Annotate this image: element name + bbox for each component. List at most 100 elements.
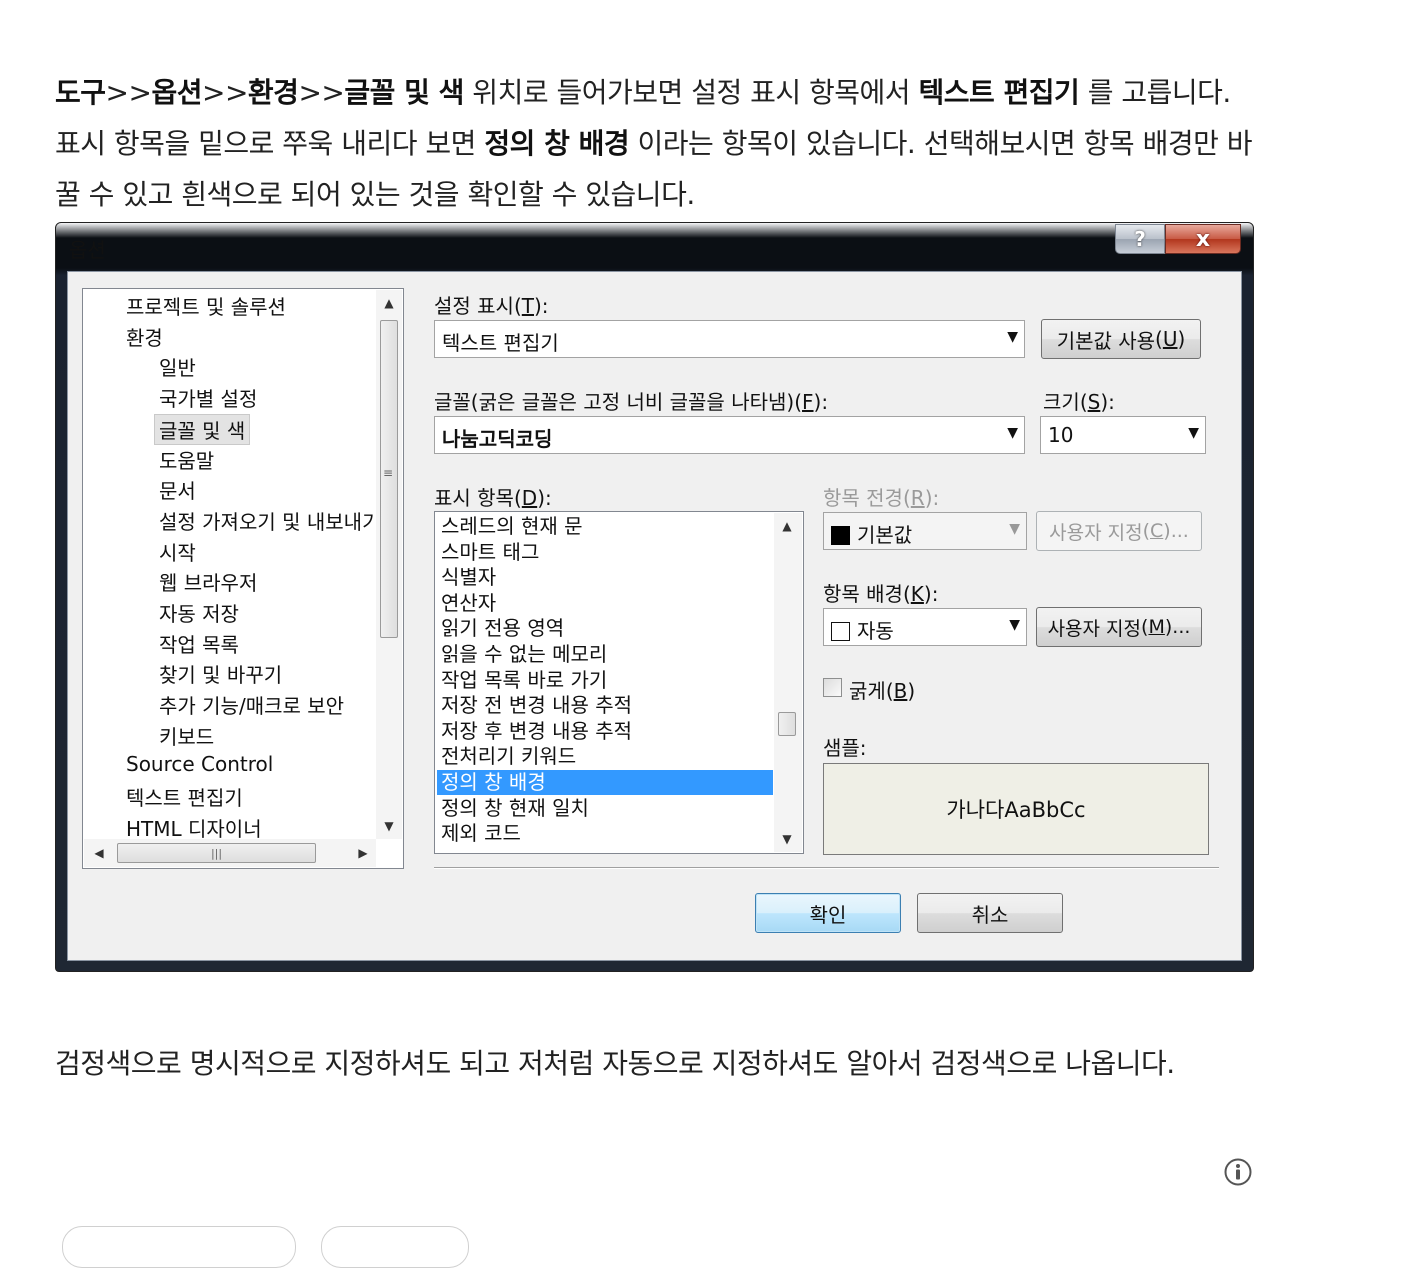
info-icon[interactable] <box>1224 1158 1252 1186</box>
tree-item[interactable]: 도움말 <box>159 445 214 474</box>
tree-item[interactable]: 찾기 및 바꾸기 <box>159 659 282 688</box>
tree-item[interactable]: 추가 기능/매크로 보안 <box>159 690 344 719</box>
list-item[interactable]: 저장 전 변경 내용 추적 <box>441 693 632 718</box>
dropdown-arrow-icon: ▼ <box>1009 521 1020 537</box>
menu-path-segment: >> <box>105 76 152 109</box>
background-label: 항목 배경(K): <box>823 582 939 606</box>
tag-chip[interactable] <box>321 1226 469 1268</box>
sample-text: 가나다AaBbCc <box>946 798 1086 822</box>
tree-item[interactable]: 문서 <box>159 475 196 504</box>
font-combo[interactable]: 나눔고딕코딩 ▼ <box>434 416 1025 454</box>
tag-chip[interactable] <box>62 1226 296 1268</box>
dropdown-arrow-icon: ▼ <box>1009 617 1020 633</box>
foreground-custom-button[interactable]: 사용자 지정(C)... <box>1036 511 1202 551</box>
tree-item[interactable]: 자동 저장 <box>159 598 239 627</box>
ok-button[interactable]: 확인 <box>755 893 901 933</box>
help-button[interactable]: ? <box>1115 224 1165 254</box>
show-settings-label: 설정 표시(T): <box>434 294 549 318</box>
use-defaults-button[interactable]: 기본값 사용(U) <box>1041 319 1201 359</box>
background-color-swatch <box>831 622 850 641</box>
list-item[interactable]: 전처리기 키워드 <box>441 744 576 769</box>
dialog-title: 옵션 <box>69 238 106 262</box>
list-item[interactable]: 정의 창 배경 <box>437 770 773 795</box>
menu-path: 도구>>옵션>>환경>>글꼴 및 색 <box>55 76 464 109</box>
list-item[interactable]: 스레드의 현재 문 <box>441 514 583 539</box>
close-icon: x <box>1195 226 1211 252</box>
tree-vertical-scrollbar[interactable]: ▲ ≡ ▼ <box>376 290 402 839</box>
menu-path-segment: 환경 <box>247 76 299 109</box>
list-scroll-thumb[interactable] <box>778 712 796 736</box>
sample-label: 샘플: <box>823 736 867 760</box>
bold-label: 굵게(B) <box>849 679 916 703</box>
menu-path-segment: >> <box>201 76 248 109</box>
menu-path-segment: 글꼴 및 색 <box>344 76 464 109</box>
font-label: 글꼴(굵은 글꼴은 고정 너비 글꼴을 나타냄)(F): <box>434 390 829 414</box>
sample-preview: 가나다AaBbCc <box>823 763 1209 855</box>
scroll-up-icon[interactable]: ▲ <box>376 290 402 316</box>
question-icon: ? <box>1134 227 1146 251</box>
scroll-up-icon[interactable]: ▲ <box>774 513 800 539</box>
scroll-right-icon[interactable]: ▶ <box>350 840 376 866</box>
grip-icon: ≡ <box>383 466 394 480</box>
tree-item[interactable]: 프로젝트 및 솔루션 <box>126 291 286 320</box>
foreground-combo[interactable]: 기본값 ▼ <box>823 512 1027 550</box>
menu-path-segment: 도구 <box>55 76 106 109</box>
dropdown-arrow-icon: ▼ <box>1007 329 1018 345</box>
list-item[interactable]: 제외 코드 <box>441 821 521 846</box>
list-item[interactable]: 스마트 태그 <box>441 540 539 565</box>
scroll-down-icon[interactable]: ▼ <box>774 826 800 852</box>
display-items-label: 표시 항목(D): <box>434 486 552 510</box>
options-dialog: 옵션 ? x 프로젝트 및 솔루션 환경 일반 국가별 설정 글꼴 및 색 도움말 문서 설정… <box>55 222 1254 972</box>
size-value: 10 <box>1048 423 1074 447</box>
foreground-value: 기본값 <box>857 523 913 547</box>
dropdown-arrow-icon: ▼ <box>1188 425 1199 441</box>
intro-text: 위치로 들어가보면 설정 표시 항목에서 <box>463 76 919 109</box>
tree-item[interactable]: Source Control <box>126 752 273 776</box>
list-vertical-scrollbar[interactable]: ▲ ▼ <box>774 513 802 852</box>
list-item[interactable]: 연산자 <box>441 591 496 616</box>
display-items-list: 스레드의 현재 문 스마트 태그 식별자 연산자 읽기 전용 영역 읽을 수 없는 메모리… <box>434 511 804 854</box>
tree-item[interactable]: 일반 <box>159 352 196 381</box>
tree-item[interactable]: 시작 <box>159 537 196 566</box>
tree-item[interactable]: 웹 브라우저 <box>159 567 257 596</box>
foreground-label: 항목 전경(R): <box>823 486 940 510</box>
tree-item[interactable]: 글꼴 및 색 <box>154 413 251 445</box>
list-item[interactable]: 작업 목록 바로 가기 <box>441 668 607 693</box>
list-item[interactable]: 읽기 전용 영역 <box>441 616 564 641</box>
cancel-button[interactable]: 취소 <box>917 893 1063 933</box>
close-button[interactable]: x <box>1165 224 1241 254</box>
scroll-left-icon[interactable]: ◀ <box>86 840 112 866</box>
tree-item[interactable]: 설정 가져오기 및 내보내기 <box>159 506 380 535</box>
tree-item[interactable]: 작업 목록 <box>159 629 239 658</box>
separator <box>434 867 1219 869</box>
background-value: 자동 <box>857 619 894 643</box>
scroll-down-icon[interactable]: ▼ <box>376 813 402 839</box>
list-item[interactable]: 식별자 <box>441 565 496 590</box>
intro-bold-definition-bg: 정의 창 배경 <box>484 127 630 160</box>
show-settings-value: 텍스트 편집기 <box>442 331 559 355</box>
background-custom-button[interactable]: 사용자 지정(M)... <box>1036 607 1202 647</box>
size-combo[interactable]: 10 ▼ <box>1040 416 1206 454</box>
outro-paragraph: 검정색으로 명시적으로 지정하셔도 되고 저처럼 자동으로 지정하셔도 알아서 … <box>55 1047 1175 1080</box>
tree-item[interactable]: 키보드 <box>159 721 214 750</box>
font-value: 나눔고딕코딩 <box>442 427 553 451</box>
tree-hscroll-thumb[interactable]: ||| <box>117 843 316 863</box>
menu-path-segment: >> <box>298 76 345 109</box>
dialog-client: 프로젝트 및 솔루션 환경 일반 국가별 설정 글꼴 및 색 도움말 문서 설정 가져오기 및… <box>67 271 1242 961</box>
bold-checkbox[interactable] <box>823 678 842 697</box>
tree-item[interactable]: HTML 디자이너 <box>126 813 262 842</box>
intro-paragraph: 도구>>옵션>>환경>>글꼴 및 색 위치로 들어가보면 설정 표시 항목에서 … <box>55 67 1255 220</box>
tree-item[interactable]: 환경 <box>126 322 163 351</box>
list-item[interactable]: 읽을 수 없는 메모리 <box>441 642 607 667</box>
show-settings-combo[interactable]: 텍스트 편집기 ▼ <box>434 320 1025 358</box>
tree-horizontal-scrollbar[interactable]: ◀ ||| ▶ <box>84 839 376 867</box>
tree-item[interactable]: 텍스트 편집기 <box>126 782 243 811</box>
background-combo[interactable]: 자동 ▼ <box>823 608 1027 646</box>
options-tree: 프로젝트 및 솔루션 환경 일반 국가별 설정 글꼴 및 색 도움말 문서 설정 가져오기 및… <box>82 288 404 869</box>
list-item[interactable]: 정의 창 현재 일치 <box>441 796 589 821</box>
list-item[interactable]: 저장 후 변경 내용 추적 <box>441 719 632 744</box>
size-label: 크기(S): <box>1043 390 1115 414</box>
menu-path-segment: 옵션 <box>151 76 202 109</box>
tree-item[interactable]: 국가별 설정 <box>159 383 257 412</box>
dialog-titlebar: 옵션 ? x <box>56 223 1253 269</box>
